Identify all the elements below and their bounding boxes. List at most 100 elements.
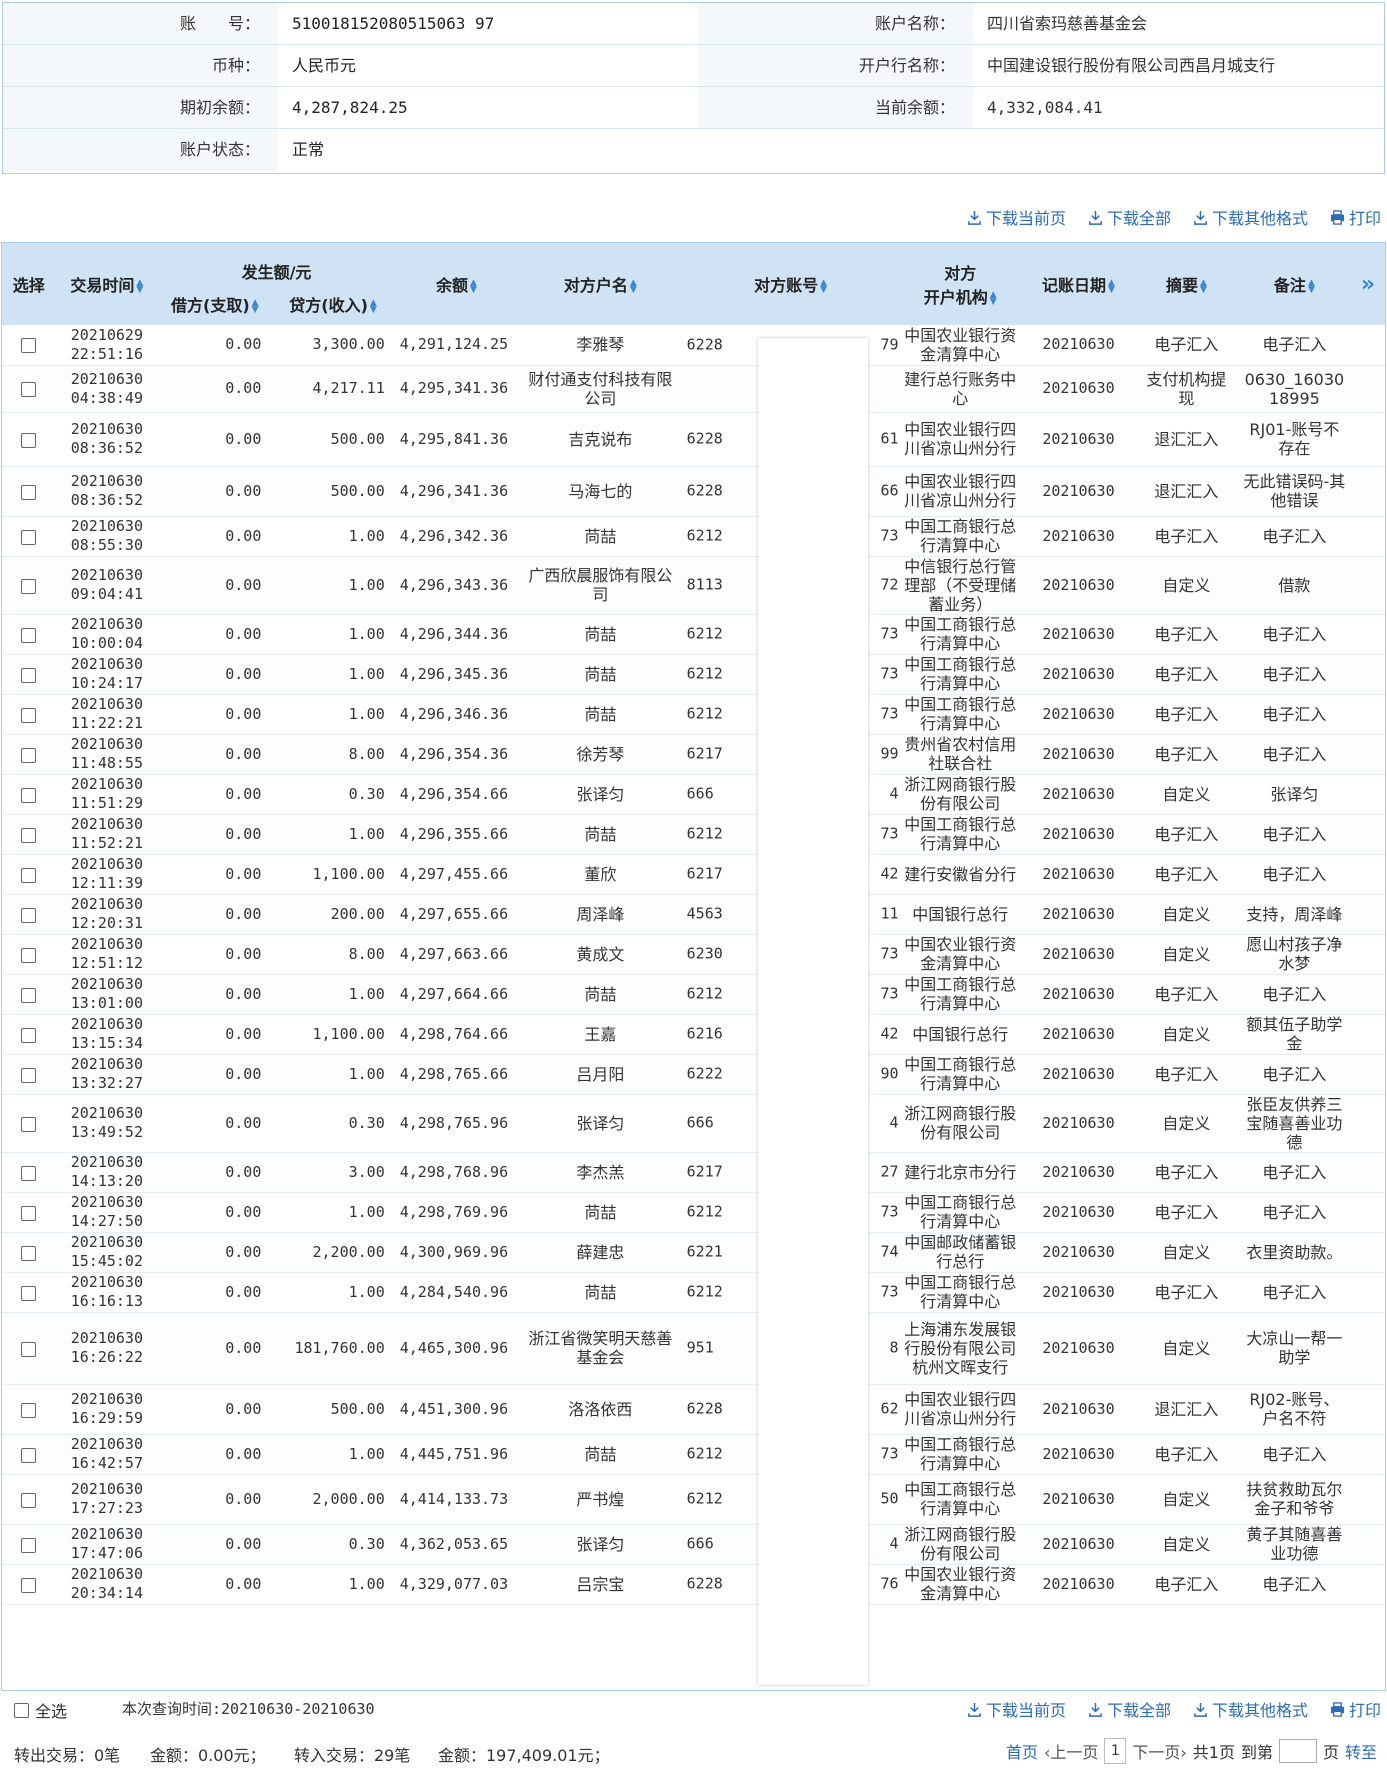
row-checkbox[interactable]	[21, 947, 37, 963]
table-row[interactable]: 20210630 08:55:30 0.00 1.00 4,296,342.36 苘喆 62…	[2, 516, 1385, 557]
table-row[interactable]: 20210630 14:27:50 0.00 1.00 4,298,769.96 苘喆 62…	[2, 1192, 1385, 1233]
row-checkbox[interactable]	[21, 787, 37, 803]
expand-columns-icon[interactable]: »	[1350, 243, 1385, 325]
sort-icon[interactable]: ▲ ▼	[820, 278, 827, 294]
download-all-button[interactable]: 下载全部	[1088, 206, 1171, 228]
sort-icon[interactable]: ▲ ▼	[1108, 278, 1115, 294]
table-row[interactable]: 20210630 17:27:23 0.00 2,000.00 4,414,133.73…	[2, 1474, 1385, 1525]
sort-icon[interactable]: ▲ ▼	[370, 298, 377, 314]
col-party-bank[interactable]: 对方 开户机构 ▲ ▼	[898, 243, 1022, 325]
select-cell	[2, 814, 56, 855]
col-debit[interactable]: 借方(支取) ▲ ▼	[158, 283, 272, 325]
download-all-button-bottom[interactable]: 下载全部	[1088, 1698, 1171, 1720]
print-button[interactable]: 打印	[1330, 206, 1381, 228]
col-balance[interactable]: 余额 ▲ ▼	[394, 243, 519, 325]
row-checkbox[interactable]	[21, 1537, 37, 1553]
sort-icon[interactable]: ▲ ▼	[1308, 278, 1315, 294]
current-page[interactable]: 1	[1104, 1738, 1127, 1764]
table-row[interactable]: 20210630 16:42:57 0.00 1.00 4,445,751.96 苘喆 62…	[2, 1434, 1385, 1475]
table-row[interactable]: 20210630 15:45:02 0.00 2,200.00 4,300,969.96…	[2, 1232, 1385, 1273]
row-checkbox[interactable]	[21, 1447, 37, 1463]
account-suffix: 73	[880, 1282, 899, 1301]
row-checkbox[interactable]	[21, 1577, 37, 1593]
table-row[interactable]: 20210630 13:49:52 0.00 0.30 4,298,765.96 张译匀 6…	[2, 1094, 1385, 1153]
col-summary[interactable]: 摘要 ▲ ▼	[1135, 243, 1238, 325]
table-row[interactable]: 20210630 14:13:20 0.00 3.00 4,298,768.96 李杰羔 6…	[2, 1152, 1385, 1193]
table-row[interactable]: 20210630 12:20:31 0.00 200.00 4,297,655.66 周泽…	[2, 894, 1385, 935]
jump-button[interactable]: 转至	[1345, 1739, 1377, 1763]
sort-icon[interactable]: ▲ ▼	[470, 278, 477, 294]
download-other-button[interactable]: 下载其他格式	[1193, 206, 1308, 228]
row-checkbox[interactable]	[21, 1285, 37, 1301]
sort-icon[interactable]: ▲ ▼	[1200, 278, 1207, 294]
row-checkbox[interactable]	[21, 382, 37, 397]
col-party[interactable]: 对方户名 ▲ ▼	[518, 243, 683, 325]
prev-page-link[interactable]: ‹上一页	[1044, 1739, 1098, 1763]
table-row[interactable]: 20210630 10:24:17 0.00 1.00 4,296,345.36 苘喆 62…	[2, 654, 1385, 695]
sort-icon[interactable]: ▲ ▼	[990, 290, 997, 306]
table-row[interactable]: 20210630 11:52:21 0.00 1.00 4,296,355.66 苘喆 62…	[2, 814, 1385, 855]
table-row[interactable]: 20210630 13:32:27 0.00 1.00 4,298,765.66 吕月阳 6…	[2, 1054, 1385, 1095]
table-row[interactable]: 20210630 08:36:52 0.00 500.00 4,296,341.36 马海…	[2, 466, 1385, 517]
row-checkbox[interactable]	[21, 1027, 37, 1043]
table-row[interactable]: 20210630 16:29:59 0.00 500.00 4,451,300.96 洛洛…	[2, 1384, 1385, 1435]
table-row[interactable]: 20210630 11:48:55 0.00 8.00 4,296,354.36 徐芳琴 6…	[2, 734, 1385, 775]
first-page-link[interactable]: 首页	[1006, 1739, 1038, 1763]
row-checkbox[interactable]	[21, 747, 37, 763]
row-checkbox[interactable]	[21, 1245, 37, 1261]
next-page-link[interactable]: 下一页›	[1132, 1739, 1186, 1763]
row-checkbox[interactable]	[21, 432, 37, 448]
row-checkbox[interactable]	[21, 667, 37, 683]
row-checkbox[interactable]	[21, 1341, 37, 1357]
row-checkbox[interactable]	[21, 1116, 37, 1132]
col-remark[interactable]: 备注 ▲ ▼	[1237, 243, 1351, 325]
table-row[interactable]: 20210630 04:38:49 0.00 4,217.11 4,295,341.36…	[2, 365, 1385, 413]
row-checkbox[interactable]	[21, 987, 37, 1003]
account-prefix: 6228	[686, 481, 723, 500]
row-checkbox[interactable]	[21, 627, 37, 643]
table-row[interactable]: 20210630 10:00:04 0.00 1.00 4,296,344.36 苘喆 62…	[2, 614, 1385, 655]
col-party-account[interactable]: 对方账号 ▲ ▼	[682, 243, 899, 325]
select-all[interactable]: 全选	[14, 1698, 67, 1722]
row-checkbox[interactable]	[21, 1402, 37, 1418]
table-row[interactable]: 20210630 16:26:22 0.00 181,760.00 4,465,300.…	[2, 1312, 1385, 1385]
row-checkbox[interactable]	[21, 907, 37, 923]
row-checkbox[interactable]	[21, 338, 37, 354]
col-time[interactable]: 交易时间 ▲ ▼	[55, 243, 159, 325]
sort-icon[interactable]: ▲ ▼	[252, 298, 259, 314]
col-credit[interactable]: 贷方(收入) ▲ ▼	[271, 283, 395, 325]
bank-name-label: 开户行名称：	[698, 45, 973, 86]
table-row[interactable]: 20210630 09:04:41 0.00 1.00 4,296,343.36 广西欣晨…	[2, 556, 1385, 615]
table-row[interactable]: 20210630 12:11:39 0.00 1,100.00 4,297,455.66…	[2, 854, 1385, 895]
row-checkbox[interactable]	[21, 1205, 37, 1221]
page-jump-input[interactable]	[1278, 1739, 1317, 1763]
row-checkbox[interactable]	[21, 1492, 37, 1508]
table-row[interactable]: 20210630 17:47:06 0.00 0.30 4,362,053.65 张译匀 6…	[2, 1524, 1385, 1565]
download-page-button-bottom[interactable]: 下载当前页	[967, 1698, 1066, 1720]
download-page-button[interactable]: 下载当前页	[967, 206, 1066, 228]
table-row[interactable]: 20210630 20:34:14 0.00 1.00 4,329,077.03 吕宗宝 6…	[2, 1564, 1385, 1605]
table-row[interactable]: 20210630 12:51:12 0.00 8.00 4,297,663.66 黄成文 6…	[2, 934, 1385, 975]
sort-icon[interactable]: ▲ ▼	[630, 278, 637, 294]
table-row[interactable]: 20210630 13:01:00 0.00 1.00 4,297,664.66 苘喆 62…	[2, 974, 1385, 1015]
sort-icon[interactable]: ▲ ▼	[136, 278, 143, 294]
table-row[interactable]: 20210629 22:51:16 0.00 3,300.00 4,291,124.25…	[2, 325, 1385, 366]
row-checkbox[interactable]	[21, 1165, 37, 1181]
row-checkbox[interactable]	[21, 1067, 37, 1083]
table-row[interactable]: 20210630 11:51:29 0.00 0.30 4,296,354.66 张译匀 6…	[2, 774, 1385, 815]
row-checkbox[interactable]	[21, 484, 37, 500]
download-other-button-bottom[interactable]: 下载其他格式	[1193, 1698, 1308, 1720]
table-row[interactable]: 20210630 08:36:52 0.00 500.00 4,295,841.36 吉克…	[2, 412, 1385, 467]
row-checkbox[interactable]	[21, 827, 37, 843]
spacer-cell	[1350, 974, 1385, 1015]
print-button-bottom[interactable]: 打印	[1330, 1698, 1381, 1720]
row-checkbox[interactable]	[21, 529, 37, 545]
row-checkbox[interactable]	[21, 578, 37, 594]
table-row[interactable]: 20210630 16:16:13 0.00 1.00 4,284,540.96 苘喆 62…	[2, 1272, 1385, 1313]
row-checkbox[interactable]	[21, 867, 37, 883]
select-all-checkbox[interactable]	[14, 1702, 29, 1718]
col-book-date[interactable]: 记账日期 ▲ ▼	[1021, 243, 1136, 325]
table-row[interactable]: 20210630 13:15:34 0.00 1,100.00 4,298,764.66…	[2, 1014, 1385, 1055]
table-row[interactable]: 20210630 11:22:21 0.00 1.00 4,296,346.36 苘喆 62…	[2, 694, 1385, 735]
row-checkbox[interactable]	[21, 707, 37, 723]
